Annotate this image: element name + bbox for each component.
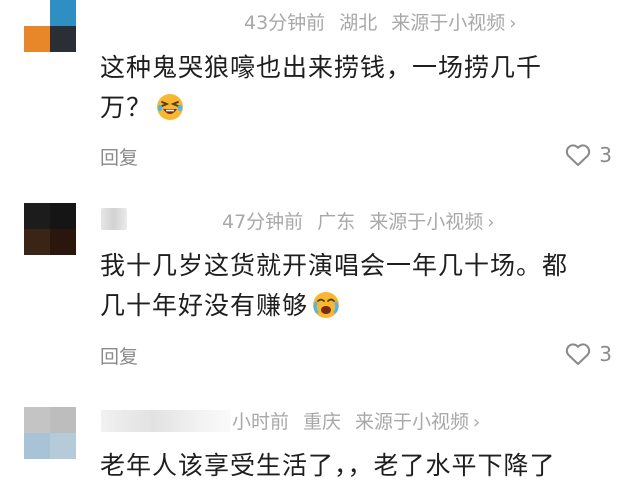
chevron-right-icon[interactable]: › [509,13,516,34]
comment-time: 小时前 [232,411,290,433]
crying-laughing-emoji [313,292,340,318]
avatar[interactable] [24,203,76,255]
reply-button[interactable]: 回复 [100,146,138,170]
username-blurred[interactable] [101,410,231,432]
comment-text: 老年人该享受生活了，，老了水平下降了 [100,446,620,486]
like-button[interactable]: 3 [565,342,612,366]
comment-location: 广东 [317,211,356,233]
comment-location: 重庆 [303,411,342,433]
username-blurred[interactable] [101,208,127,230]
reply-button[interactable]: 回复 [100,345,138,369]
comment-meta: 47分钟前 广东 来源于小视频 › [222,210,494,235]
comment-text-line: 老年人该享受生活了，，老了水平下降了 [100,451,556,480]
avatar[interactable] [24,0,76,52]
comment-location: 湖北 [339,12,378,34]
laughing-crying-emoji [157,94,184,120]
like-count: 3 [599,143,612,167]
like-button[interactable]: 3 [565,143,612,167]
comment-text-line: 几十年好没有赚够 [100,286,620,326]
chevron-right-icon[interactable]: › [487,212,494,233]
heart-icon [566,144,591,166]
comment-text-line: 万？ [100,88,620,128]
source-link[interactable]: 来源于小视频 [391,12,505,34]
comment-text-line: 这种鬼哭狼嚎也出来捞钱，一场捞几千 [100,53,543,82]
source-link[interactable]: 来源于小视频 [369,211,483,233]
like-count: 3 [599,342,612,366]
comment-time: 43分钟前 [244,12,326,34]
comment-text-line: 我十几岁这货就开演唱会一年几十场。都 [100,251,569,280]
comment-time: 47分钟前 [222,211,304,233]
comment-meta: 小时前 重庆 来源于小视频 › [232,410,480,435]
source-link[interactable]: 来源于小视频 [355,411,469,433]
comment-text: 这种鬼哭狼嚎也出来捞钱，一场捞几千 万？ [100,48,620,128]
comment-text: 我十几岁这货就开演唱会一年几十场。都 几十年好没有赚够 [100,246,620,326]
comment-meta: 43分钟前 湖北 来源于小视频 › [244,11,516,36]
heart-icon [566,343,591,365]
chevron-right-icon[interactable]: › [473,412,480,433]
avatar[interactable] [24,407,76,459]
